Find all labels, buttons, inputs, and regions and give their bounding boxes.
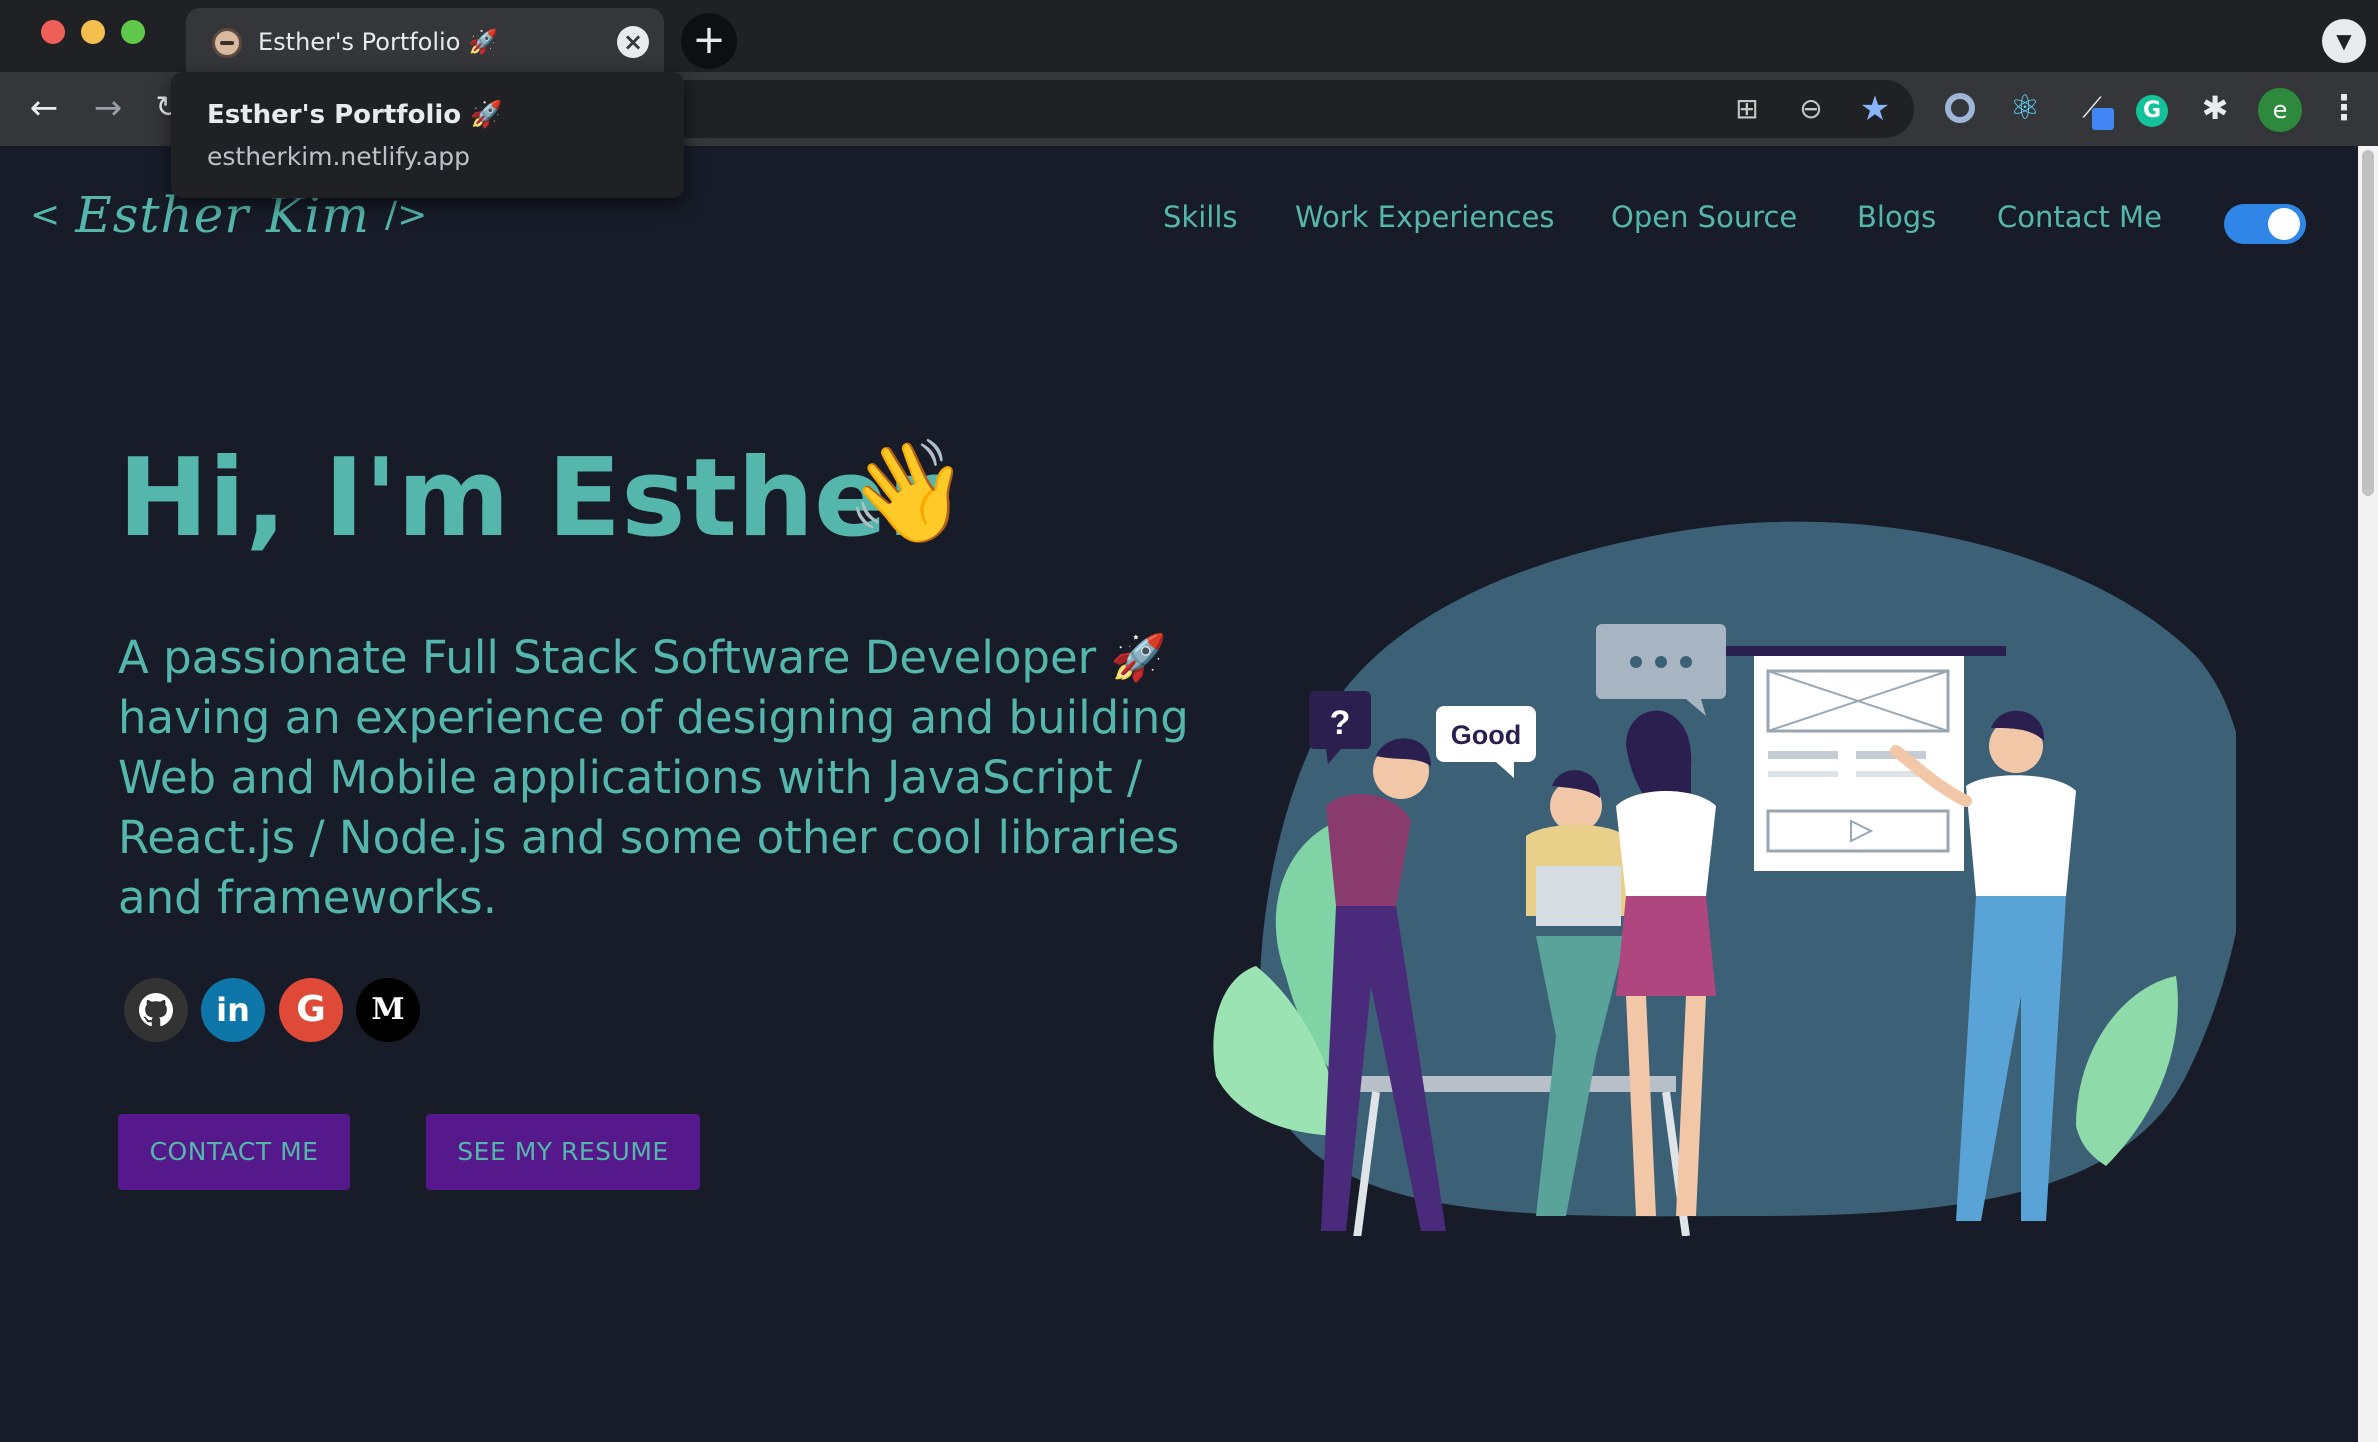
- new-tab-button[interactable]: +: [681, 13, 737, 69]
- team-collaboration-illustration: ? Good: [1213, 521, 2236, 1236]
- puzzle-extensions-icon[interactable]: ✱: [2193, 86, 2237, 130]
- toggle-knob: [2268, 208, 2300, 240]
- nav-link-work-experiences[interactable]: Work Experiences: [1295, 200, 1555, 234]
- grammarly-icon[interactable]: G: [2130, 86, 2174, 130]
- see-my-resume-button[interactable]: SEE MY RESUME: [426, 1114, 700, 1190]
- scrollbar-thumb[interactable]: [2362, 150, 2374, 496]
- tab-close-icon[interactable]: ×: [617, 26, 649, 58]
- github-icon[interactable]: [124, 978, 188, 1042]
- maximize-window-button[interactable]: [121, 20, 145, 44]
- page-scrollbar[interactable]: [2358, 146, 2378, 1442]
- eyedropper-extension-icon[interactable]: ⟋: [2070, 86, 2114, 130]
- bookmark-star-icon[interactable]: ★: [1854, 88, 1896, 130]
- tab-search-icon[interactable]: ▼: [2322, 19, 2366, 63]
- profile-avatar[interactable]: e: [2258, 88, 2302, 132]
- medium-icon[interactable]: M: [356, 978, 420, 1042]
- logo-open-bracket: <: [30, 194, 61, 236]
- translate-icon[interactable]: ⊞: [1726, 88, 1768, 130]
- logo-close-bracket: />: [384, 194, 428, 236]
- waving-hand-icon: 👋: [845, 433, 970, 550]
- google-icon[interactable]: G: [279, 978, 343, 1042]
- hero-greeting: Hi, I'm Esther: [118, 436, 941, 561]
- contact-me-button[interactable]: CONTACT ME: [118, 1114, 350, 1190]
- hero-subtitle: A passionate Full Stack Software Develop…: [118, 631, 1189, 924]
- react-devtools-icon[interactable]: ⚛: [2003, 86, 2047, 130]
- question-bubble-text: ?: [1330, 704, 1351, 742]
- hover-card-title: Esther's Portfolio 🚀: [207, 100, 503, 130]
- portfolio-page: < Esther Kim /> Skills Work Experiences …: [0, 146, 2358, 1442]
- back-icon[interactable]: ←: [22, 86, 66, 130]
- theme-toggle[interactable]: [2224, 204, 2306, 244]
- nav-link-blogs[interactable]: Blogs: [1857, 200, 1936, 234]
- memoji-favicon-icon: [212, 28, 242, 58]
- minimize-window-button[interactable]: [81, 20, 105, 44]
- nav-link-contact-me[interactable]: Contact Me: [1997, 200, 2162, 234]
- close-window-button[interactable]: [41, 20, 65, 44]
- linkedin-icon[interactable]: in: [201, 978, 265, 1042]
- zoom-out-icon[interactable]: ⊖: [1790, 88, 1832, 130]
- tab-title: Esther's Portfolio 🚀: [258, 28, 498, 56]
- disc-extension-icon[interactable]: [1938, 86, 1982, 130]
- nav-link-open-source[interactable]: Open Source: [1611, 200, 1797, 234]
- hover-card-url: estherkim.netlify.app: [207, 142, 470, 171]
- tab-hover-card: Esther's Portfolio 🚀 estherkim.netlify.a…: [171, 72, 684, 198]
- browser-tab[interactable]: Esther's Portfolio 🚀 ×: [186, 8, 664, 72]
- good-bubble-text: Good: [1451, 720, 1521, 750]
- browser-menu-icon[interactable]: ⋮: [2322, 86, 2366, 130]
- nav-link-skills[interactable]: Skills: [1163, 200, 1237, 234]
- forward-icon[interactable]: →: [86, 86, 130, 130]
- browser-titlebar: Esther's Portfolio 🚀 × + ▼: [0, 0, 2378, 72]
